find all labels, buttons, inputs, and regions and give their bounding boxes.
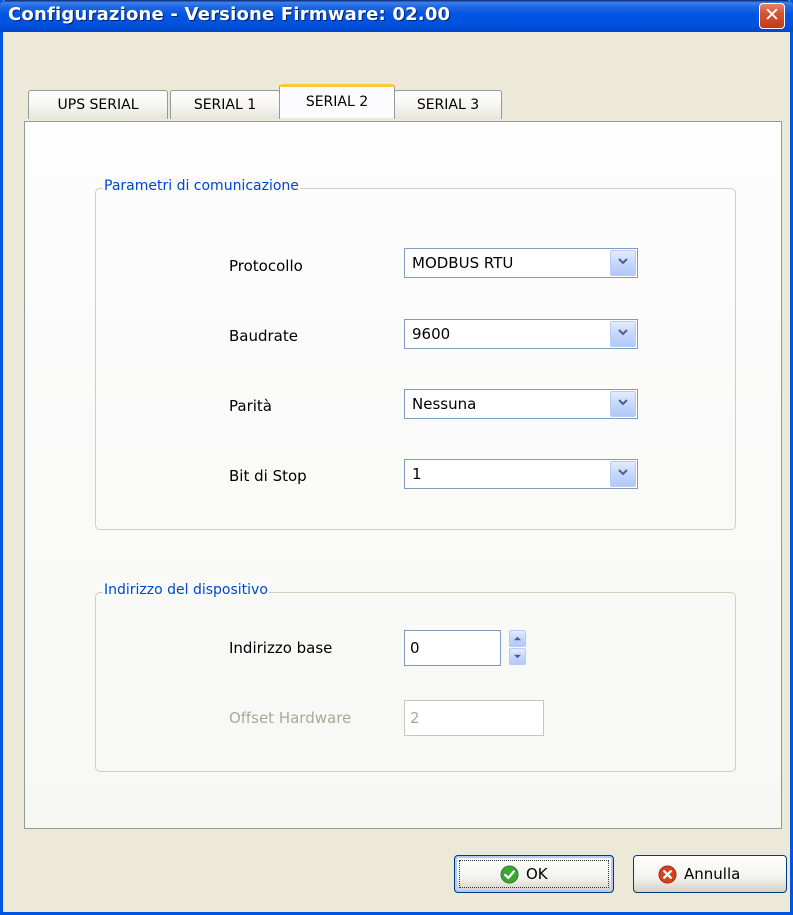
parity-value: Nessuna: [412, 395, 477, 413]
tab-ups-serial[interactable]: UPS SERIAL: [28, 90, 168, 119]
device-address-legend: Indirizzo del dispositivo: [103, 582, 269, 598]
cancel-icon: [658, 865, 677, 884]
tab-label: SERIAL 3: [416, 97, 480, 113]
parity-dropdown[interactable]: Nessuna: [404, 389, 638, 419]
device-address-group: Indirizzo del dispositivo: [95, 582, 736, 772]
checkmark-icon: [500, 865, 519, 884]
protocol-label: Protocollo: [229, 257, 303, 275]
chevron-down-icon: [618, 258, 628, 265]
arrow-up-icon: [513, 636, 522, 641]
hardware-offset-value: 2: [410, 709, 420, 727]
close-icon: ✕: [764, 4, 780, 26]
parity-label: Parità: [229, 397, 272, 415]
cancel-button[interactable]: Annulla: [633, 855, 787, 893]
stop-bits-dropdown-button[interactable]: [610, 461, 636, 487]
protocol-value: MODBUS RTU: [412, 254, 514, 272]
stop-bits-label: Bit di Stop: [229, 467, 307, 485]
configuration-dialog: Configurazione - Versione Firmware: 02.0…: [0, 0, 793, 915]
chevron-down-icon: [618, 329, 628, 336]
stop-bits-value: 1: [412, 465, 422, 483]
tab-label: SERIAL 2: [305, 94, 369, 110]
ok-button-label: OK: [526, 865, 548, 883]
base-address-decrement-button[interactable]: [509, 648, 526, 665]
chevron-down-icon: [618, 399, 628, 406]
baudrate-dropdown-button[interactable]: [610, 321, 636, 347]
cancel-button-label: Annulla: [684, 865, 741, 883]
protocol-dropdown-button[interactable]: [610, 250, 636, 276]
ok-button[interactable]: OK: [454, 855, 614, 893]
baudrate-value: 9600: [412, 325, 451, 343]
stop-bits-dropdown[interactable]: 1: [404, 459, 638, 489]
tab-panel-serial-2: Parametri di comunicazione Protocollo MO…: [24, 121, 782, 829]
base-address-value: 0: [410, 639, 420, 657]
baudrate-dropdown[interactable]: 9600: [404, 319, 638, 349]
parity-dropdown-button[interactable]: [610, 391, 636, 417]
close-button[interactable]: ✕: [759, 3, 785, 29]
hardware-offset-input: 2: [404, 700, 544, 736]
tab-label: SERIAL 1: [193, 97, 257, 113]
tab-label: UPS SERIAL: [57, 97, 139, 113]
arrow-down-icon: [513, 654, 522, 659]
base-address-input[interactable]: 0: [404, 630, 501, 666]
communication-parameters-legend: Parametri di comunicazione: [103, 178, 300, 194]
base-address-label: Indirizzo base: [229, 639, 333, 657]
tab-serial-1[interactable]: SERIAL 1: [170, 90, 280, 119]
window-title: Configurazione - Versione Firmware: 02.0…: [8, 4, 451, 25]
base-address-increment-button[interactable]: [509, 630, 526, 647]
hardware-offset-label: Offset Hardware: [229, 709, 352, 727]
tab-serial-2[interactable]: SERIAL 2: [279, 84, 395, 118]
tab-serial-3[interactable]: SERIAL 3: [394, 90, 502, 119]
title-bar[interactable]: Configurazione - Versione Firmware: 02.0…: [0, 0, 793, 32]
chevron-down-icon: [618, 469, 628, 476]
baudrate-label: Baudrate: [229, 327, 298, 345]
protocol-dropdown[interactable]: MODBUS RTU: [404, 248, 638, 278]
